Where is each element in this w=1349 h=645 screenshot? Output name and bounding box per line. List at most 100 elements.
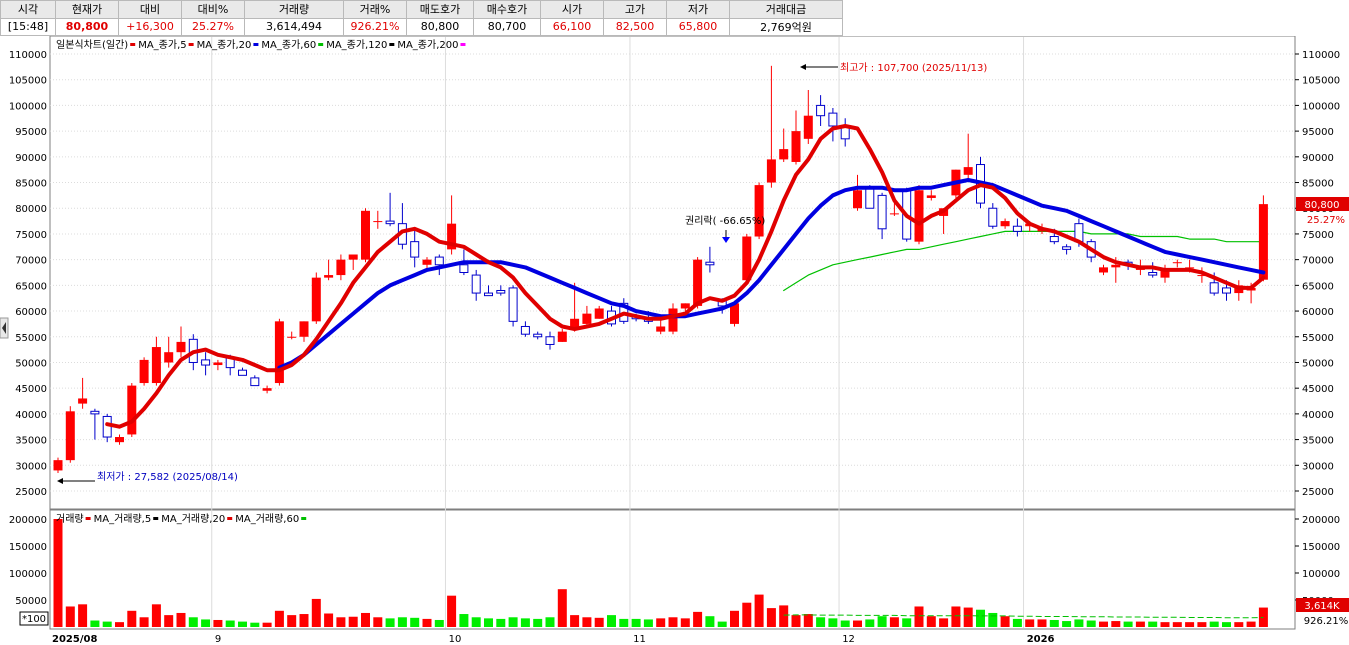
volume-bar: [680, 618, 690, 627]
header-value-4: 3,614,494: [244, 17, 344, 36]
volume-bar: [225, 620, 235, 627]
price-tick-left: 110000: [9, 50, 47, 61]
volume-bar: [201, 619, 211, 627]
candle-body-down: [816, 104, 826, 117]
candle-body-down: [250, 377, 260, 387]
volume-bar: [520, 618, 530, 627]
candle: [914, 185, 924, 245]
candle: [274, 318, 284, 386]
candle-body-down: [201, 359, 211, 366]
left-scroll-button[interactable]: [0, 317, 9, 339]
legend-label: MA_종가,120: [326, 39, 387, 51]
volume-bar: [287, 615, 297, 627]
volume-bar: [889, 617, 899, 627]
volume-bar: [1123, 621, 1133, 627]
candle: [508, 285, 518, 327]
volume-bar: [754, 594, 764, 627]
candle: [311, 272, 321, 324]
volume-bar: [742, 602, 752, 627]
header-value-2: +16,300: [118, 17, 182, 36]
candle-body-down: [410, 241, 420, 258]
legend-label: MA_종가,60: [261, 39, 316, 51]
price-panel: [49, 36, 1296, 510]
candle-body-up: [582, 313, 592, 324]
volume-tick-left: 200000: [9, 515, 47, 526]
volume-bar: [434, 619, 444, 627]
current-price-tag-value: 80,800: [1305, 200, 1340, 211]
candle: [1258, 195, 1268, 282]
volume-axis-left: 50000 100000 150000 200000: [9, 515, 47, 607]
price-tick-left: 85000: [15, 179, 47, 190]
header-label-11: 거래대금: [729, 0, 843, 19]
candle-body-up: [914, 190, 924, 242]
volume-bar: [1222, 622, 1231, 627]
candle-body-up: [336, 259, 346, 276]
legend-swatch: [85, 517, 91, 520]
candle: [754, 182, 764, 240]
header-value-0: [15:48]: [0, 17, 56, 36]
volume-bar: [853, 620, 862, 627]
header-value-8: 66,100: [540, 17, 604, 36]
volume-bar: [1049, 619, 1059, 627]
candle-body-down: [988, 207, 998, 227]
candle-body-up: [348, 254, 358, 260]
volume-bar: [865, 619, 875, 627]
price-tick-left: 25000: [15, 487, 47, 498]
candle-body-up: [274, 321, 284, 384]
price-tick-right: 50000: [1302, 358, 1334, 369]
volume-bar: [53, 519, 63, 627]
candle-body-up: [1099, 267, 1108, 273]
stock-chart[interactable]: 25000 30000 35000 40000 45000 50000 55000 60000…: [0, 36, 1349, 645]
volume-bar: [361, 612, 370, 627]
volume-tag-value: 3,614K: [1304, 601, 1340, 612]
price-tick-right: 75000: [1302, 230, 1334, 241]
candle-body-down: [1062, 246, 1072, 250]
volume-bar: [213, 619, 223, 627]
candle-body-down: [238, 369, 247, 376]
candle-body-up: [53, 460, 63, 471]
price-legend: 일본식차트(일간) MA_종가,5 MA_종가,20 MA_종가,60 MA_종가,12…: [56, 39, 466, 51]
price-tick-left: 35000: [15, 436, 47, 447]
volume-bar: [951, 606, 961, 627]
volume-bar: [816, 617, 826, 627]
volume-bar: [508, 617, 518, 627]
price-tick-right: 60000: [1302, 307, 1334, 318]
x-tick-label: 12: [842, 634, 855, 645]
rights-annotation-text: 권리락( -66.65%): [685, 215, 765, 227]
price-tick-left: 55000: [15, 333, 47, 344]
price-tick-right: 90000: [1302, 153, 1334, 164]
volume-bar: [1172, 622, 1182, 627]
candle-body-up: [668, 308, 678, 332]
volume-bar: [1160, 622, 1170, 627]
volume-bar: [1111, 621, 1121, 627]
candle-body-down: [471, 274, 481, 294]
volume-bar: [717, 621, 727, 627]
volume-bar: [877, 616, 887, 627]
legend-label: 일본식차트(일간): [56, 39, 128, 51]
volume-bar: [397, 617, 407, 627]
volume-bar: [151, 604, 161, 627]
low-annotation-text: 최저가 : 27,582 (2025/08/14): [97, 471, 238, 483]
price-tick-right: 40000: [1302, 410, 1334, 421]
legend-label: MA_종가,20: [197, 39, 252, 51]
legend-swatch: [318, 43, 324, 46]
volume-bar: [1062, 621, 1072, 627]
candle-body-up: [1172, 262, 1182, 264]
volume-bar: [422, 618, 432, 627]
volume-bar: [803, 614, 813, 627]
volume-bar: [926, 616, 936, 627]
legend-swatch: [460, 43, 466, 46]
price-tick-left: 65000: [15, 281, 47, 292]
volume-bar: [496, 618, 506, 627]
candle-body-down: [385, 220, 395, 225]
volume-bar: [988, 612, 998, 627]
price-tick-left: 30000: [15, 461, 47, 472]
candle-body-down: [434, 256, 444, 266]
x-tick-label: 9: [215, 634, 221, 645]
volume-bar: [828, 618, 838, 627]
legend-label: MA_거래량,20: [161, 513, 225, 525]
candle-body-down: [1209, 282, 1219, 294]
candle-body-up: [557, 331, 567, 342]
header-label-3: 대비%: [181, 0, 245, 19]
price-tick-right: 85000: [1302, 179, 1334, 190]
